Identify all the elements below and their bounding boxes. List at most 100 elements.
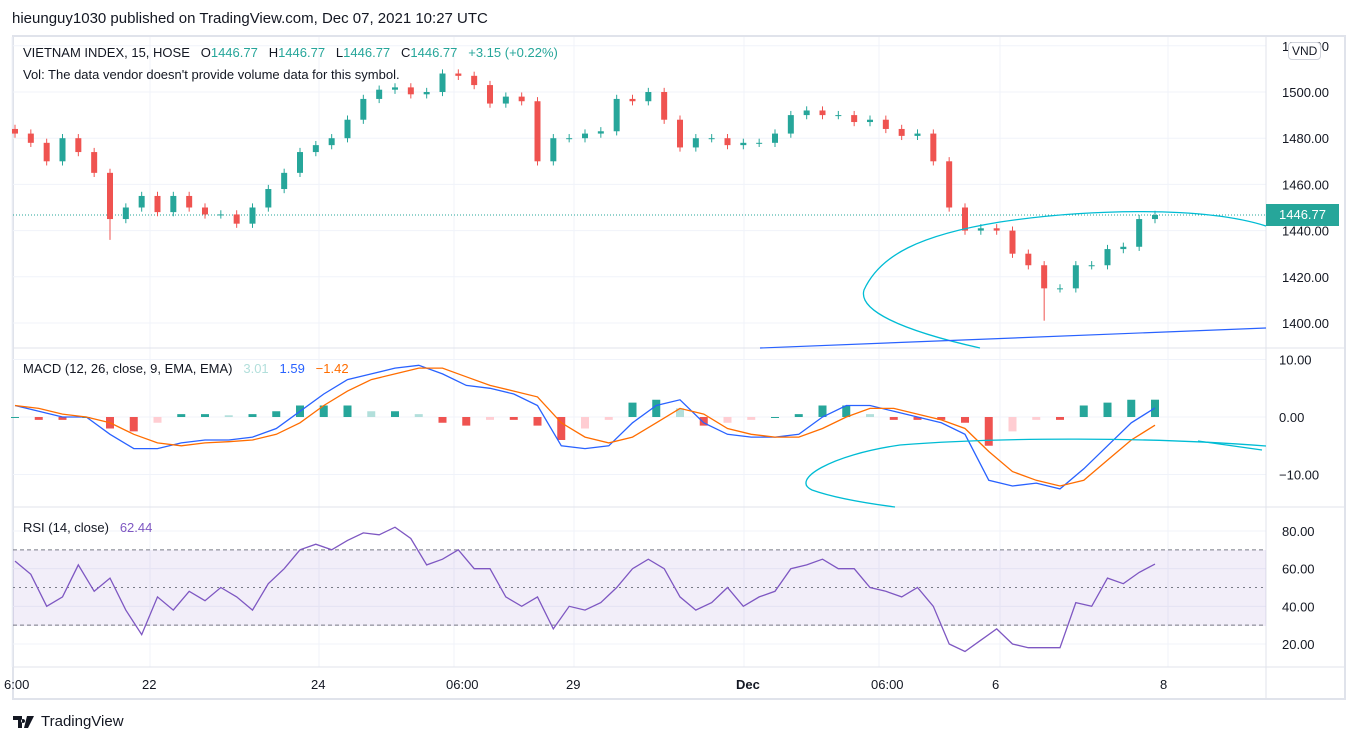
histogram-bar	[604, 417, 613, 420]
candle	[407, 83, 414, 99]
histogram-bar	[889, 417, 898, 420]
candle	[12, 124, 18, 138]
candle	[502, 92, 509, 108]
trend-line	[759, 327, 1267, 349]
time-tick: 6	[992, 677, 999, 692]
tradingview-logo-icon	[13, 715, 34, 728]
candle	[202, 203, 208, 219]
time-tick: 24	[311, 677, 325, 692]
histogram-bar	[177, 414, 186, 417]
time-tick: 06:00	[446, 677, 479, 692]
candle	[772, 129, 778, 147]
candle	[1041, 261, 1048, 321]
candle	[1152, 210, 1158, 224]
volume-note: Vol: The data vendor doesn't provide vol…	[23, 67, 400, 82]
candle	[1088, 261, 1095, 270]
time-tick: 29	[566, 677, 580, 692]
histogram-bar	[486, 417, 494, 420]
histogram-bar	[1032, 417, 1041, 420]
histogram-bar	[581, 417, 589, 429]
candle	[740, 138, 747, 150]
rsi-tick: 60.00	[1282, 562, 1315, 577]
histogram-bar	[1127, 399, 1136, 417]
rsi-tick: 80.00	[1282, 524, 1315, 539]
candle	[27, 129, 34, 147]
candle	[930, 129, 937, 166]
last-price-tag: 1446.77	[1266, 204, 1339, 226]
macd-title: MACD (12, 26, close, 9, EMA, EMA)	[23, 361, 233, 376]
histogram-bar	[1103, 402, 1112, 417]
open-value: 1446.77	[210, 45, 258, 60]
candle	[312, 140, 319, 157]
macd-tick: 10.00	[1279, 353, 1312, 368]
histogram-bar	[272, 411, 281, 417]
price-tick: 1420.00	[1282, 270, 1329, 285]
histogram-bar	[438, 417, 447, 423]
histogram-bar	[343, 405, 352, 417]
candle	[566, 134, 573, 143]
candle	[360, 94, 367, 124]
macd-tick: −10.00	[1279, 468, 1319, 483]
histogram-bar	[961, 417, 969, 423]
macd-tick: 0.00	[1279, 410, 1304, 425]
candle	[756, 138, 763, 147]
currency-button[interactable]: VND	[1288, 42, 1322, 60]
time-tick: 6:00	[4, 677, 29, 692]
candle	[107, 168, 113, 240]
candle	[1120, 242, 1127, 254]
candle	[787, 110, 794, 138]
candle	[249, 203, 256, 228]
macd-value: 1.59	[279, 361, 305, 376]
rsi-band	[13, 550, 1266, 626]
candle	[803, 106, 810, 120]
drawing-curve-price	[862, 210, 1267, 349]
price-tick: 1500.00	[1282, 85, 1329, 100]
candle	[534, 97, 541, 166]
candle	[867, 115, 873, 127]
candle	[851, 110, 858, 127]
candle	[613, 94, 620, 136]
histogram-bar	[866, 414, 874, 417]
candle	[882, 115, 889, 134]
histogram-bar	[628, 402, 637, 417]
open-label: O	[200, 45, 211, 60]
candle	[1025, 249, 1032, 270]
candle	[1104, 244, 1111, 270]
histogram-bar	[723, 417, 732, 423]
time-tick: 8	[1160, 677, 1167, 692]
rsi-tick: 40.00	[1282, 599, 1315, 614]
histogram-bar	[747, 417, 756, 420]
candle	[281, 168, 288, 194]
high-label: H	[268, 45, 279, 60]
rsi-legend: RSI (14, close) 62.44	[23, 520, 152, 535]
price-tick: 1460.00	[1282, 177, 1329, 192]
candle	[1136, 214, 1143, 251]
histogram-bar	[462, 417, 471, 426]
histogram-bar	[201, 414, 209, 417]
candle	[708, 134, 715, 143]
candle	[59, 134, 66, 166]
close-value: 1446.77	[410, 45, 458, 60]
candle	[1057, 284, 1063, 293]
rsi-title: RSI (14, close)	[23, 520, 109, 535]
close-label: C	[401, 45, 411, 60]
histogram-bar	[794, 414, 803, 417]
histogram-bar	[224, 415, 233, 417]
high-value: 1446.77	[278, 45, 326, 60]
histogram-bar	[34, 417, 43, 420]
time-tick: 06:00	[871, 677, 904, 692]
candle	[629, 94, 636, 106]
tradingview-logo[interactable]: TradingView	[13, 713, 124, 730]
candle	[122, 203, 129, 224]
candles	[12, 69, 1158, 321]
macd-hist-value: 3.01	[243, 361, 269, 376]
candle	[154, 191, 161, 217]
symbol-legend: VIETNAM INDEX, 15, HOSE O1446.77 H1446.7…	[23, 45, 558, 60]
candle	[724, 134, 731, 150]
candle	[819, 106, 826, 120]
candle	[455, 69, 462, 80]
candle	[75, 134, 82, 157]
candle	[946, 157, 953, 212]
candle	[550, 134, 557, 166]
histogram-bar	[153, 417, 162, 423]
